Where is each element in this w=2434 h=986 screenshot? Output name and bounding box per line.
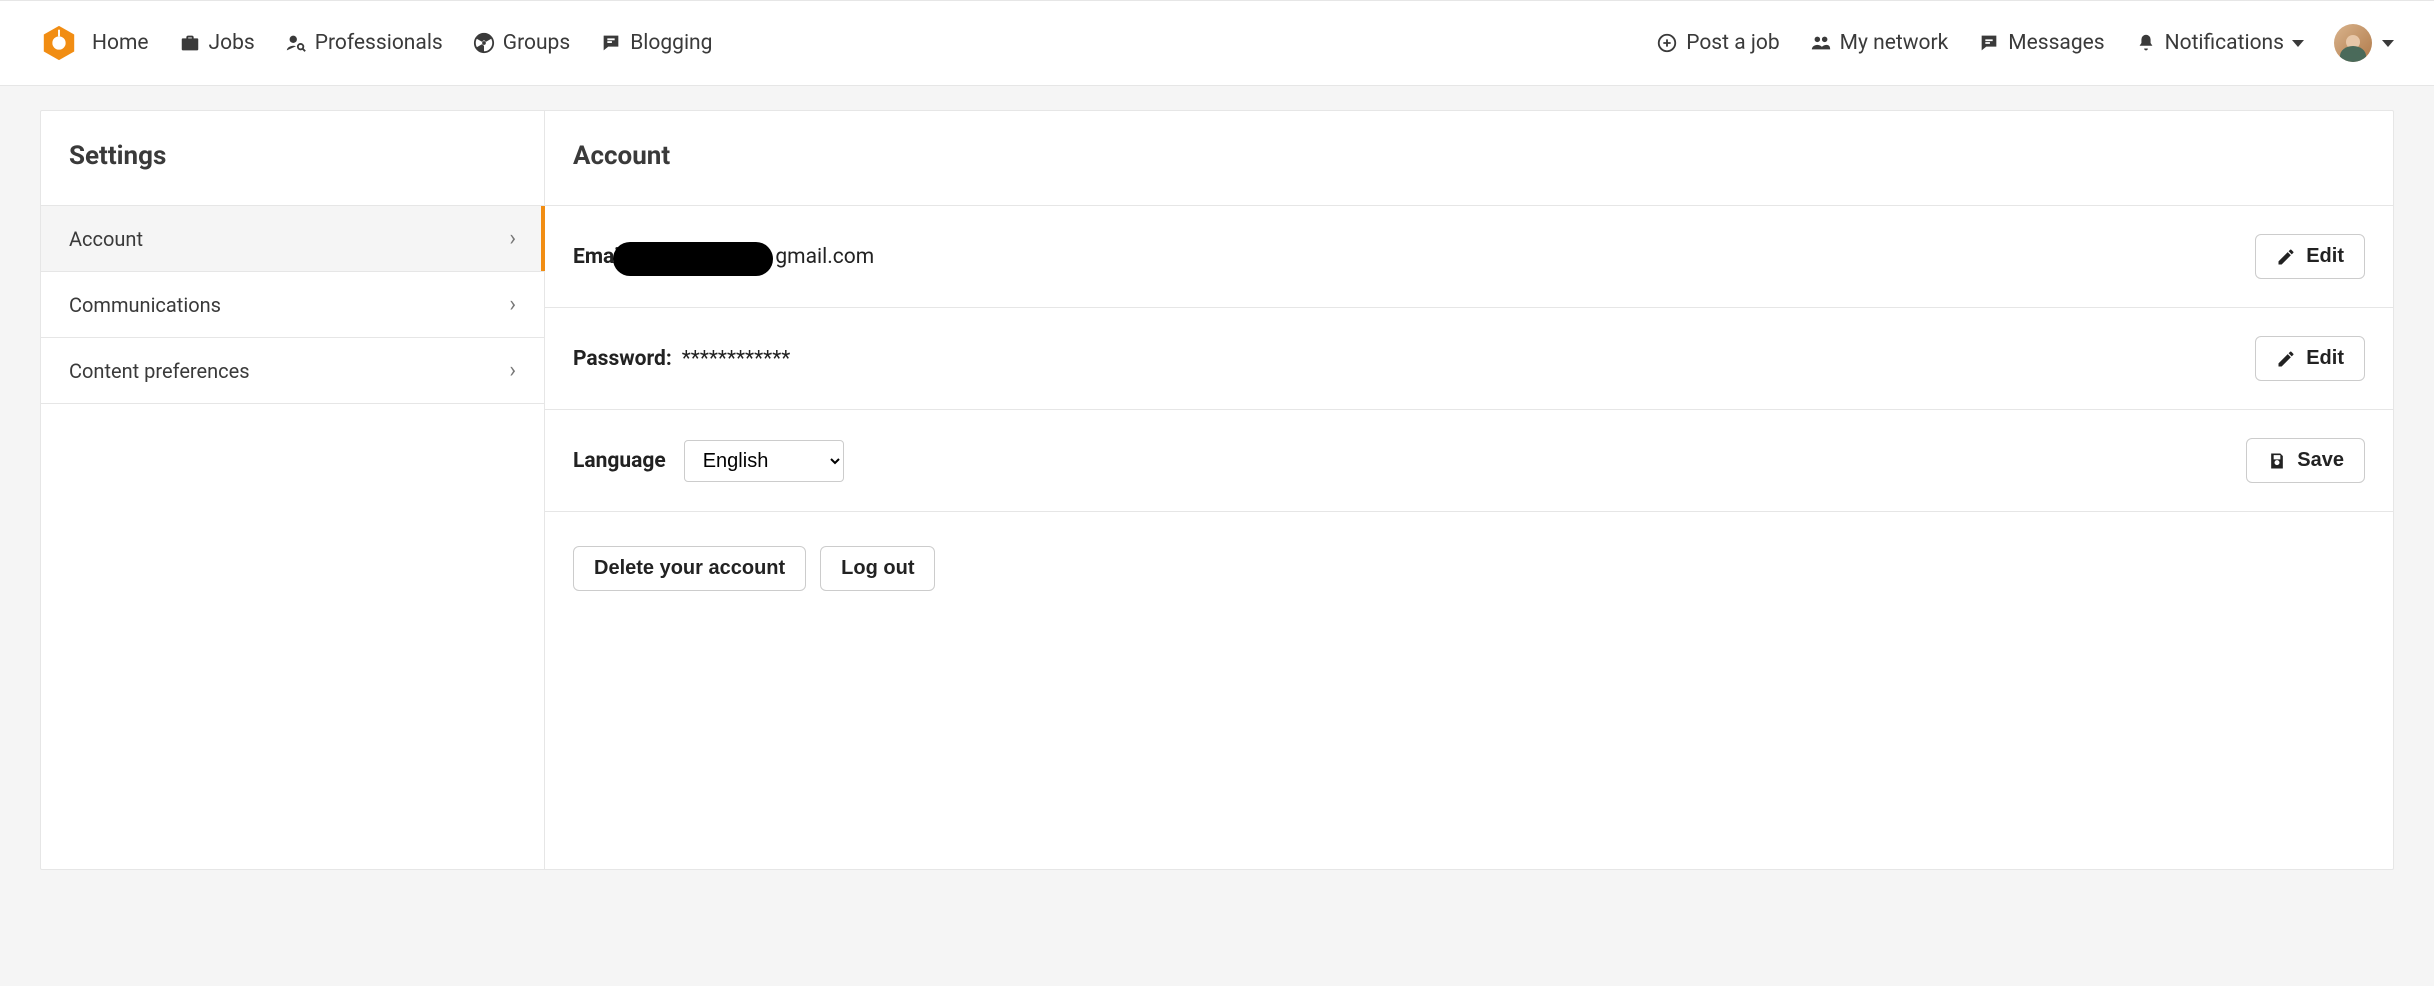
user-menu[interactable] — [2334, 24, 2394, 62]
people-icon — [1810, 32, 1832, 54]
nav-my-network-label: My network — [1840, 31, 1949, 55]
nav-blogging-label: Blogging — [630, 31, 712, 55]
brand-logo-icon[interactable] — [40, 24, 78, 62]
sidebar-item-label: Content preferences — [69, 359, 250, 383]
account-actions-row: Delete your account Log out — [545, 512, 2393, 591]
redacted-email-icon — [613, 242, 773, 276]
caret-down-icon — [2382, 40, 2394, 47]
nav-post-a-job[interactable]: Post a job — [1656, 31, 1779, 55]
nav-my-network[interactable]: My network — [1810, 31, 1949, 55]
language-row: Language English Save — [545, 410, 2393, 512]
password-label: Password: — [573, 347, 672, 371]
nav-home[interactable]: Home — [92, 31, 149, 55]
settings-sidebar: Settings Account › Communications › Cont… — [41, 111, 545, 869]
speech-write-icon — [600, 32, 622, 54]
nav-blogging[interactable]: Blogging — [600, 31, 712, 55]
sidebar-item-content-preferences[interactable]: Content preferences › — [41, 338, 544, 404]
avatar-icon — [2334, 24, 2372, 62]
save-button-label: Save — [2297, 449, 2344, 472]
nav-post-a-job-label: Post a job — [1686, 31, 1779, 55]
caret-down-icon — [2292, 40, 2304, 47]
nav-messages[interactable]: Messages — [1978, 31, 2104, 55]
sidebar-item-label: Communications — [69, 293, 221, 317]
nav-groups-label: Groups — [503, 31, 570, 55]
email-value-suffix: gmail.com — [775, 245, 874, 269]
sidebar-title: Settings — [41, 111, 544, 206]
nav-notifications[interactable]: Notifications — [2135, 31, 2304, 55]
edit-button-label: Edit — [2306, 347, 2344, 370]
nav-messages-label: Messages — [2008, 31, 2104, 55]
radiation-icon — [473, 32, 495, 54]
save-language-button[interactable]: Save — [2246, 438, 2365, 483]
save-icon — [2267, 451, 2287, 471]
settings-container: Settings Account › Communications › Cont… — [40, 110, 2394, 870]
logout-label: Log out — [841, 557, 914, 580]
email-row: Email gmail.com Edit — [545, 206, 2393, 308]
nav-groups[interactable]: Groups — [473, 31, 570, 55]
password-row: Password: ************ Edit — [545, 308, 2393, 410]
logout-button[interactable]: Log out — [820, 546, 935, 591]
password-value: ************ — [682, 347, 791, 371]
nav-jobs-label: Jobs — [209, 31, 255, 55]
page-title: Account — [545, 111, 2393, 206]
chevron-right-icon: › — [509, 358, 516, 383]
delete-account-button[interactable]: Delete your account — [573, 546, 806, 591]
chevron-right-icon: › — [509, 292, 516, 317]
pencil-icon — [2276, 349, 2296, 369]
edit-email-button[interactable]: Edit — [2255, 234, 2365, 279]
nav-professionals-label: Professionals — [315, 31, 443, 55]
edit-password-button[interactable]: Edit — [2255, 336, 2365, 381]
pencil-icon — [2276, 247, 2296, 267]
message-icon — [1978, 32, 2000, 54]
language-label: Language — [573, 449, 666, 473]
delete-account-label: Delete your account — [594, 557, 785, 580]
plus-circle-icon — [1656, 32, 1678, 54]
sidebar-item-account[interactable]: Account › — [41, 206, 544, 272]
bell-icon — [2135, 32, 2157, 54]
nav-professionals[interactable]: Professionals — [285, 31, 443, 55]
language-select[interactable]: English — [684, 440, 844, 482]
chevron-right-icon: › — [509, 226, 516, 251]
person-search-icon — [285, 32, 307, 54]
nav-home-label: Home — [92, 31, 149, 55]
edit-button-label: Edit — [2306, 245, 2344, 268]
sidebar-item-communications[interactable]: Communications › — [41, 272, 544, 338]
nav-jobs[interactable]: Jobs — [179, 31, 255, 55]
sidebar-item-label: Account — [69, 227, 143, 251]
top-nav: Home Jobs Professionals Groups Blogging … — [0, 0, 2434, 86]
nav-notifications-label: Notifications — [2165, 31, 2284, 55]
briefcase-icon — [179, 32, 201, 54]
main-panel: Account Email gmail.com Edit Password: *… — [545, 111, 2393, 869]
